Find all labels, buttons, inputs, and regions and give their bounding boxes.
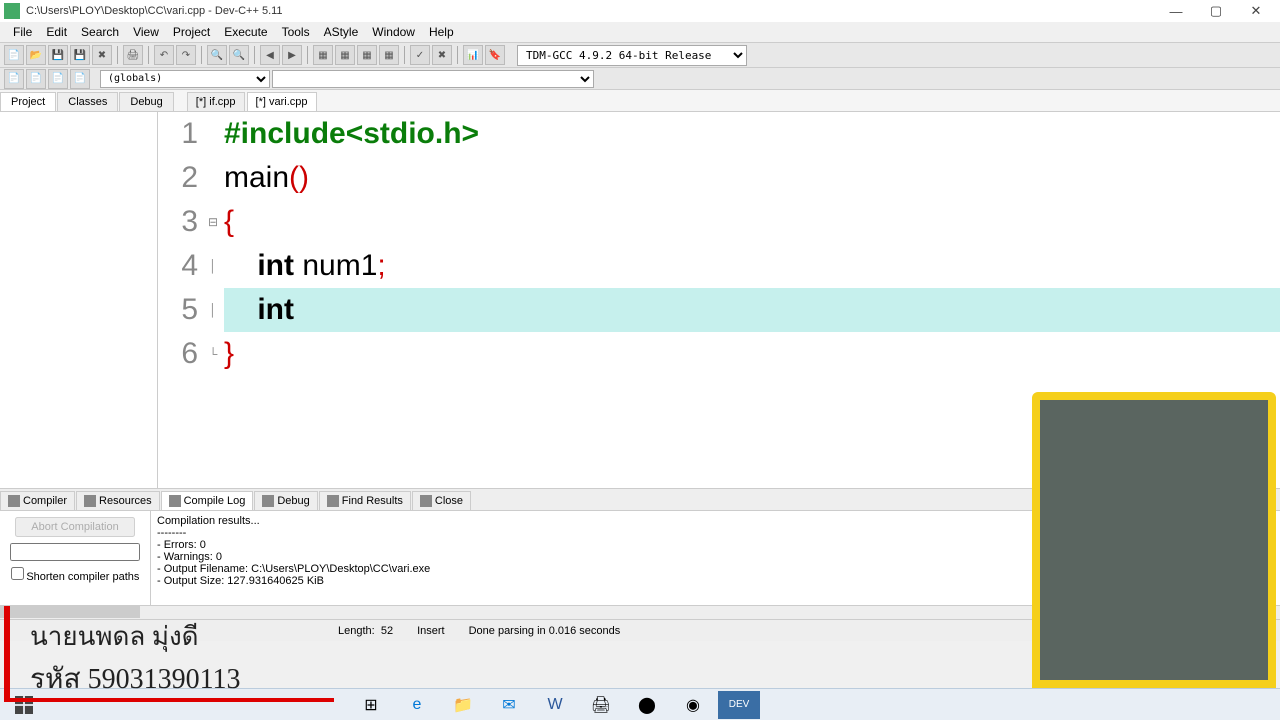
maximize-button[interactable]: ▢: [1196, 0, 1236, 22]
menu-help[interactable]: Help: [422, 24, 461, 40]
menu-tools[interactable]: Tools: [275, 24, 317, 40]
open-file-icon[interactable]: 📂: [26, 45, 46, 65]
fold-gutter[interactable]: ⊟ ││└: [206, 112, 220, 376]
menu-view[interactable]: View: [126, 24, 166, 40]
window-title: C:\Users\PLOY\Desktop\CC\vari.cpp - Dev-…: [26, 5, 283, 17]
menu-execute[interactable]: Execute: [217, 24, 274, 40]
app-icon: [4, 3, 20, 19]
rebuild-icon[interactable]: ▦: [379, 45, 399, 65]
run-icon[interactable]: ▦: [335, 45, 355, 65]
compile-run-icon[interactable]: ▦: [357, 45, 377, 65]
menu-astyle[interactable]: AStyle: [317, 24, 366, 40]
devcpp-icon[interactable]: DEV: [718, 691, 760, 719]
mail-icon[interactable]: ✉: [488, 691, 530, 719]
tab-strip: Project Classes Debug [*] if.cpp [*] var…: [0, 90, 1280, 112]
obs-icon[interactable]: ⬤: [626, 691, 668, 719]
file-tab-vari[interactable]: [*] vari.cpp: [247, 92, 317, 111]
bookmark-icon[interactable]: 📄: [70, 69, 90, 89]
status-length-value: 52: [381, 625, 393, 637]
new-file-icon[interactable]: 📄: [4, 45, 24, 65]
compile-icon[interactable]: ▦: [313, 45, 333, 65]
save-icon[interactable]: 💾: [48, 45, 68, 65]
back-icon[interactable]: ◀: [260, 45, 280, 65]
btab-close[interactable]: Close: [412, 491, 471, 510]
find-results-icon: [327, 495, 339, 507]
goto-icon[interactable]: 🔖: [485, 45, 505, 65]
menu-bar: File Edit Search View Project Execute To…: [0, 22, 1280, 42]
find-icon[interactable]: 🔍: [207, 45, 227, 65]
code-content[interactable]: #include<stdio.h> main() { int num1; int…: [224, 112, 1280, 376]
profile-icon[interactable]: 📊: [463, 45, 483, 65]
shorten-paths-label[interactable]: Shorten compiler paths: [11, 567, 140, 583]
abort-compilation-button[interactable]: Abort Compilation: [15, 517, 135, 537]
close-button[interactable]: ✕: [1236, 0, 1276, 22]
side-tab-debug[interactable]: Debug: [119, 92, 173, 111]
btab-resources[interactable]: Resources: [76, 491, 160, 510]
redo-icon[interactable]: ↷: [176, 45, 196, 65]
chrome-icon[interactable]: ◉: [672, 691, 714, 719]
word-icon[interactable]: W: [534, 691, 576, 719]
menu-edit[interactable]: Edit: [39, 24, 74, 40]
globals-select[interactable]: (globals): [100, 70, 270, 88]
compiler-select[interactable]: TDM-GCC 4.9.2 64-bit Release: [517, 45, 747, 66]
menu-search[interactable]: Search: [74, 24, 126, 40]
overlay-id: รหัส 59031390113: [30, 657, 324, 701]
debug-tab-icon: [262, 495, 274, 507]
secondary-toolbar: 📄 📄 📄 📄 (globals): [0, 68, 1280, 90]
side-tab-classes[interactable]: Classes: [57, 92, 118, 111]
compile-filter-input[interactable]: [10, 543, 140, 561]
print-icon[interactable]: 🖨: [123, 45, 143, 65]
new-file2-icon[interactable]: 📄: [4, 69, 24, 89]
title-bar: C:\Users\PLOY\Desktop\CC\vari.cpp - Dev-…: [0, 0, 1280, 22]
menu-window[interactable]: Window: [365, 24, 422, 40]
edge-icon[interactable]: e: [396, 691, 438, 719]
explorer-icon[interactable]: 📁: [442, 691, 484, 719]
minimize-button[interactable]: —: [1156, 0, 1196, 22]
overlay-name: นายนพดล มุ่งดี: [30, 616, 324, 657]
line-gutter: 1 2 3 4 5 6: [158, 112, 206, 376]
status-length-label: Length:: [338, 625, 375, 637]
name-overlay: นายนพดล มุ่งดี รหัส 59031390113: [4, 606, 334, 702]
forward-icon[interactable]: ▶: [282, 45, 302, 65]
compiler-icon: [8, 495, 20, 507]
btab-debug[interactable]: Debug: [254, 491, 317, 510]
btab-compiler[interactable]: Compiler: [0, 491, 75, 510]
project-sidebar[interactable]: [0, 112, 158, 488]
menu-project[interactable]: Project: [166, 24, 217, 40]
menu-file[interactable]: File: [6, 24, 39, 40]
new-class-icon[interactable]: 📄: [26, 69, 46, 89]
close-file-icon[interactable]: ✖: [92, 45, 112, 65]
shorten-paths-checkbox[interactable]: [11, 567, 24, 580]
btab-compile-log[interactable]: Compile Log: [161, 491, 254, 510]
replace-icon[interactable]: 🔍: [229, 45, 249, 65]
printer-icon[interactable]: 🖨: [580, 691, 622, 719]
side-tab-project[interactable]: Project: [0, 92, 56, 111]
task-view-icon[interactable]: ⊞: [350, 691, 392, 719]
stop-icon[interactable]: ✖: [432, 45, 452, 65]
undo-icon[interactable]: ↶: [154, 45, 174, 65]
close-tab-icon: [420, 495, 432, 507]
webcam-overlay: [1032, 392, 1276, 688]
status-parse: Done parsing in 0.016 seconds: [469, 625, 621, 637]
btab-find[interactable]: Find Results: [319, 491, 411, 510]
functions-select[interactable]: [272, 70, 594, 88]
resources-icon: [84, 495, 96, 507]
file-tab-if[interactable]: [*] if.cpp: [187, 92, 245, 111]
insert-icon[interactable]: 📄: [48, 69, 68, 89]
status-insert: Insert: [417, 625, 445, 637]
save-all-icon[interactable]: 💾: [70, 45, 90, 65]
main-toolbar: 📄 📂 💾 💾 ✖ 🖨 ↶ ↷ 🔍 🔍 ◀ ▶ ▦ ▦ ▦ ▦ ✓ ✖ 📊 🔖 …: [0, 42, 1280, 68]
compile-log-icon: [169, 495, 181, 507]
debug-icon[interactable]: ✓: [410, 45, 430, 65]
